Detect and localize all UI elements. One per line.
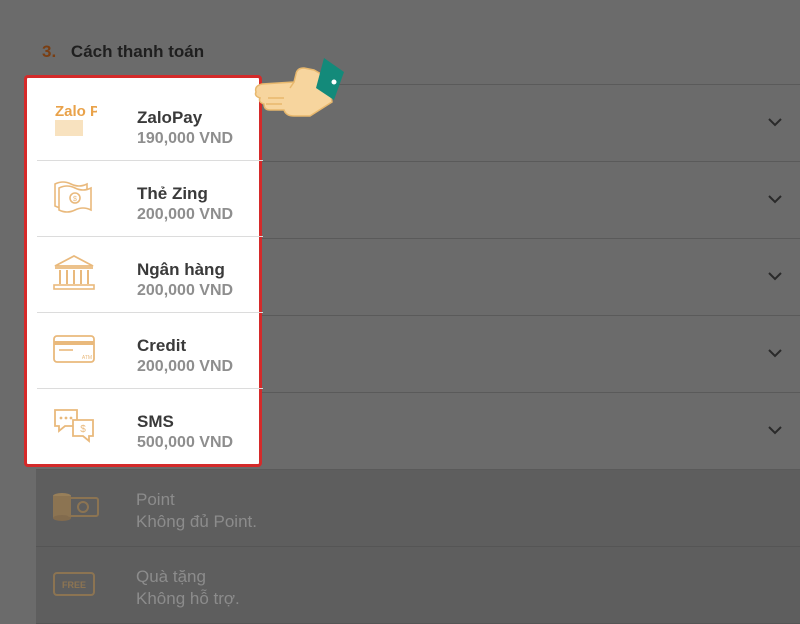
method-name: Credit — [137, 336, 187, 355]
svg-text:$: $ — [73, 196, 77, 203]
payment-method-bank[interactable]: Ngân hàng 200,000 VND — [37, 236, 263, 313]
method-name: Thẻ Zing — [137, 184, 208, 203]
chevron-down-icon[interactable] — [766, 113, 784, 131]
section-number: 3. — [42, 42, 57, 61]
method-amount: 200,000 VND — [137, 206, 234, 223]
payment-method-credit[interactable]: ATM Credit 200,000 VND — [37, 312, 263, 389]
payment-method-sms[interactable]: $ SMS 500,000 VND — [37, 388, 263, 464]
atm-text: ATM — [82, 355, 92, 361]
bank-icon — [53, 254, 95, 290]
payment-row-gift-disabled: FREE Quà tặng Không hỗ trợ. — [36, 547, 800, 624]
chevron-down-icon[interactable] — [766, 344, 784, 362]
gift-status: Không hỗ trợ. — [136, 589, 240, 608]
method-name: ZaloPay — [137, 108, 203, 127]
method-amount: 200,000 VND — [137, 358, 234, 375]
point-status: Không đủ Point. — [136, 512, 257, 531]
coins-icon — [53, 493, 99, 521]
svg-text:$: $ — [80, 424, 86, 435]
method-amount: 190,000 VND — [137, 130, 234, 147]
chevron-down-icon[interactable] — [766, 421, 784, 439]
free-badge-text: FREE — [62, 580, 86, 590]
credit-card-icon: ATM — [53, 335, 95, 363]
free-gift-icon: FREE — [53, 572, 95, 596]
payment-row-point-disabled: Point Không đủ Point. — [36, 470, 800, 547]
payment-method-zalopay[interactable]: Zalo Pay ZaloPay 190,000 VND — [37, 84, 263, 161]
gift-name: Quà tặng — [136, 567, 206, 586]
section-title: Cách thanh toán — [70, 42, 205, 61]
point-name: Point — [136, 490, 175, 509]
method-name: SMS — [137, 412, 174, 431]
chevron-down-icon[interactable] — [766, 267, 784, 285]
zing-card-icon: $ — [54, 181, 92, 213]
method-name: Ngân hàng — [137, 260, 225, 279]
pointing-hand-icon — [254, 58, 344, 117]
zalopay-logo-text: Zalo Pay — [55, 103, 97, 120]
method-amount: 500,000 VND — [137, 434, 234, 451]
sms-chat-icon: $ — [54, 409, 94, 443]
payment-method-zing[interactable]: $ Thẻ Zing 200,000 VND — [37, 160, 263, 237]
method-amount: 200,000 VND — [137, 282, 234, 299]
chevron-down-icon[interactable] — [766, 190, 784, 208]
highlighted-payment-list: Zalo Pay ZaloPay 190,000 VND $ Thẻ Zing … — [24, 75, 263, 467]
zalopay-logo-icon: Zalo Pay — [55, 103, 97, 136]
section-header: 3. Cách thanh toán — [42, 42, 204, 62]
